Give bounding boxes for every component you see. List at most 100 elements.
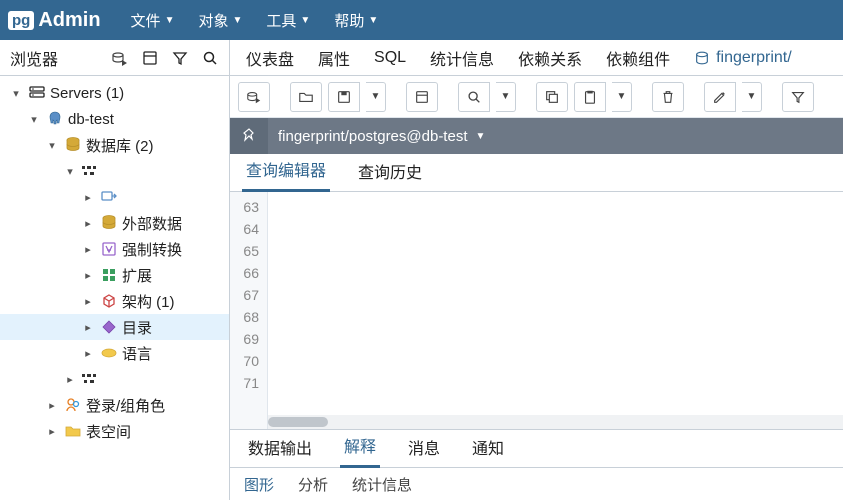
line-number: 71 [230, 372, 259, 394]
open-file-button[interactable] [290, 82, 322, 112]
menu-file[interactable]: 文件▼ [121, 6, 185, 35]
save-button[interactable] [328, 82, 360, 112]
view-data-button[interactable] [137, 45, 163, 71]
catalog-icon [100, 318, 118, 336]
paste-dropdown[interactable]: ▼ [612, 82, 632, 112]
menu-object[interactable]: 对象▼ [188, 6, 252, 35]
tab-messages[interactable]: 消息 [404, 429, 444, 467]
paste-button[interactable] [574, 82, 606, 112]
chevron-right-icon[interactable]: ▸ [80, 295, 96, 308]
copy-button[interactable] [536, 82, 568, 112]
chevron-down-icon: ▼ [300, 15, 310, 26]
tree-node-label: db-test [68, 111, 114, 128]
edit-grid-button[interactable] [406, 82, 438, 112]
chevron-right-icon[interactable]: ▸ [62, 373, 78, 386]
filter-button[interactable] [782, 82, 814, 112]
menu-tools[interactable]: 工具▼ [256, 6, 320, 35]
tree-node[interactable]: ▸ 表空间 [0, 418, 229, 444]
chevron-down-icon[interactable]: ▾ [26, 113, 42, 126]
search-objects-button[interactable] [197, 45, 223, 71]
chevron-right-icon[interactable]: ▸ [80, 217, 96, 230]
subtab-analysis[interactable]: 分析 [298, 474, 328, 495]
tree-node-label: 数据库 (2) [86, 135, 154, 156]
line-number: 70 [230, 350, 259, 372]
object-tree: ▾Servers (1)▾db-test▾数据库 (2)▾▸▸外部数据▸强制转换… [0, 76, 229, 500]
tab-data-output[interactable]: 数据输出 [244, 429, 316, 467]
browser-panel: 浏览器 ▾Servers (1)▾db-test▾数据库 (2)▾▸▸外部数据▸… [0, 40, 230, 500]
chevron-right-icon[interactable]: ▸ [80, 347, 96, 360]
line-number: 63 [230, 196, 259, 218]
panel-tabs: 仪表盘 属性 SQL 统计信息 依赖关系 依赖组件 fingerprint/ [230, 40, 843, 76]
tab-properties[interactable]: 属性 [316, 40, 352, 76]
tab-notifications[interactable]: 通知 [468, 429, 508, 467]
tree-node-label: 登录/组角色 [86, 395, 165, 416]
line-number: 64 [230, 218, 259, 240]
edit-dropdown[interactable]: ▼ [742, 82, 762, 112]
chevron-right-icon[interactable]: ▸ [80, 243, 96, 256]
tab-sql[interactable]: SQL [372, 43, 408, 73]
execute-button[interactable] [238, 82, 270, 112]
find-dropdown[interactable]: ▼ [496, 82, 516, 112]
subtab-statistics[interactable]: 统计信息 [352, 474, 412, 495]
tree-node[interactable]: ▸目录 [0, 314, 229, 340]
tree-node[interactable]: ▾Servers (1) [0, 80, 229, 106]
chevron-right-icon[interactable]: ▸ [44, 425, 60, 438]
cast-icon [100, 188, 118, 206]
output-tabs: 数据输出 解释 消息 通知 [230, 430, 843, 468]
editor-gutter: 636465666768697071 [230, 192, 268, 429]
tree-node[interactable]: ▾ db-test [0, 106, 229, 132]
tab-query-history[interactable]: 查询历史 [354, 153, 426, 191]
menubar: pg Admin 文件▼ 对象▼ 工具▼ 帮助▼ [0, 0, 843, 40]
chevron-down-icon[interactable]: ▾ [8, 87, 24, 100]
edit-button[interactable] [704, 82, 736, 112]
chevron-right-icon[interactable]: ▸ [44, 399, 60, 412]
tab-dashboard[interactable]: 仪表盘 [244, 40, 296, 76]
tree-node[interactable]: ▸外部数据 [0, 210, 229, 236]
menu-help[interactable]: 帮助▼ [324, 6, 388, 35]
tree-node[interactable]: ▸ 登录/组角色 [0, 392, 229, 418]
tab-statistics[interactable]: 统计信息 [428, 40, 496, 76]
tree-node[interactable]: ▾ 数据库 (2) [0, 132, 229, 158]
tree-node[interactable]: ▸ [0, 366, 229, 392]
schema-icon [100, 292, 118, 310]
tree-node[interactable]: ▸扩展 [0, 262, 229, 288]
tree-node[interactable]: ▸ 架构 (1) [0, 288, 229, 314]
line-number: 67 [230, 284, 259, 306]
chevron-right-icon[interactable]: ▸ [80, 269, 96, 282]
tree-node-label: 表空间 [86, 421, 131, 442]
tree-node[interactable]: ▸语言 [0, 340, 229, 366]
server-icon [46, 110, 64, 128]
subtab-graphical[interactable]: 图形 [244, 474, 274, 495]
connection-selector[interactable]: fingerprint/postgres@db-test ▼ [268, 118, 843, 154]
chevron-right-icon[interactable]: ▸ [80, 191, 96, 204]
tree-node-label: 架构 (1) [122, 291, 175, 312]
databases-icon [100, 214, 118, 232]
delete-button[interactable] [652, 82, 684, 112]
chevron-right-icon[interactable]: ▸ [80, 321, 96, 334]
tab-query-editor[interactable]: 查询编辑器 [242, 151, 330, 192]
chevron-down-icon[interactable]: ▾ [44, 139, 60, 152]
tab-dependencies[interactable]: 依赖关系 [516, 40, 584, 76]
tab-explain[interactable]: 解释 [340, 427, 380, 468]
app-logo: pg Admin [8, 9, 101, 32]
logo-admin: Admin [38, 9, 100, 32]
find-button[interactable] [458, 82, 490, 112]
chevron-down-icon[interactable]: ▾ [62, 165, 78, 178]
tab-query-tool[interactable]: fingerprint/ [692, 43, 794, 73]
tree-node[interactable]: ▸ 强制转换 [0, 236, 229, 262]
filter-rows-button[interactable] [167, 45, 193, 71]
line-number: 69 [230, 328, 259, 350]
editor-code-area[interactable] [268, 192, 843, 429]
line-number: 68 [230, 306, 259, 328]
sql-editor[interactable]: 636465666768697071 [230, 192, 843, 430]
tree-node[interactable]: ▸ [0, 184, 229, 210]
tree-node[interactable]: ▾ [0, 158, 229, 184]
save-dropdown[interactable]: ▼ [366, 82, 386, 112]
horizontal-scrollbar[interactable] [268, 415, 843, 429]
query-tool-button[interactable] [107, 45, 133, 71]
tree-node-label: 强制转换 [122, 239, 182, 260]
pin-icon[interactable] [230, 127, 268, 145]
tab-dependents[interactable]: 依赖组件 [604, 40, 672, 76]
query-toolbar: ▼ ▼ ▼ ▼ [230, 76, 843, 118]
line-number: 65 [230, 240, 259, 262]
